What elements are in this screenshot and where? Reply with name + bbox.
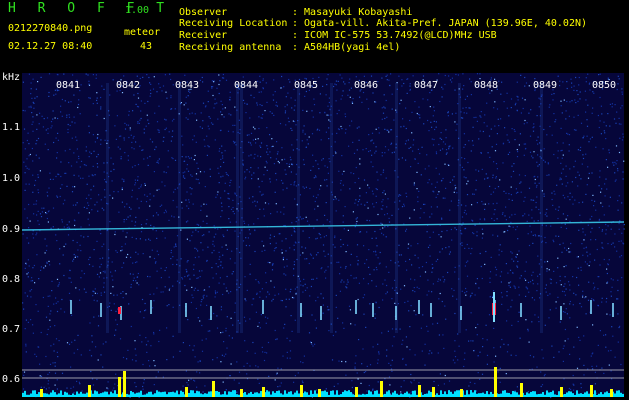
- histogram-bar: [123, 371, 126, 397]
- meteor-peak: [118, 307, 121, 314]
- y-tick-1.1: 1.1: [2, 122, 21, 133]
- meteor-echo: [430, 303, 432, 317]
- x-tick-0850: 0850: [592, 80, 617, 91]
- meteor-echo: [395, 306, 397, 320]
- meteor-echo: [150, 300, 152, 314]
- histogram-bar: [418, 385, 421, 397]
- histogram-bar: [185, 387, 188, 397]
- histogram-bar: [494, 367, 497, 397]
- meteor-echo: [418, 300, 420, 314]
- x-tick-0844: 0844: [234, 80, 259, 91]
- histogram-bar: [560, 387, 563, 397]
- histogram-bar: [118, 377, 121, 397]
- histogram-bar: [88, 385, 91, 397]
- x-tick-0841: 0841: [56, 80, 81, 91]
- streak-column: [106, 83, 109, 333]
- meteor-echo: [320, 306, 322, 320]
- x-tick-0848: 0848: [474, 80, 499, 91]
- meteor-echo: [460, 306, 462, 320]
- meteor-echo-strong: [493, 292, 495, 322]
- streak-column: [395, 83, 398, 333]
- x-tick-0846: 0846: [354, 80, 379, 91]
- histogram-bar: [40, 389, 43, 397]
- y-unit-label: kHz: [2, 72, 21, 83]
- y-tick-1.0: 1.0: [2, 173, 21, 184]
- histogram-bar: [355, 387, 358, 397]
- histogram-bar: [262, 387, 265, 397]
- x-tick-0849: 0849: [533, 80, 558, 91]
- y-tick-0.7: 0.7: [2, 324, 21, 335]
- meteor-echo: [70, 300, 72, 314]
- histogram-bar: [380, 381, 383, 397]
- meteor-echo: [355, 300, 357, 314]
- x-tick-0847: 0847: [414, 80, 439, 91]
- x-tick-0845: 0845: [294, 80, 319, 91]
- x-tick-0843: 0843: [175, 80, 200, 91]
- y-tick-0.8: 0.8: [2, 274, 21, 285]
- streak-column: [458, 83, 461, 333]
- streak-column: [236, 83, 239, 333]
- y-tick-0.6: 0.6: [2, 374, 21, 385]
- spectrogram: [21, 73, 625, 399]
- streak-column: [330, 83, 333, 333]
- y-tick-0.9: 0.9: [2, 224, 21, 235]
- streak-column: [178, 83, 181, 333]
- streak-column: [540, 83, 543, 333]
- histogram-bar: [460, 389, 463, 397]
- meteor-echo: [560, 306, 562, 320]
- histogram-bar: [300, 385, 303, 397]
- streak-column: [240, 83, 243, 333]
- histogram-bar: [432, 387, 435, 397]
- histogram-bar: [318, 389, 321, 397]
- meteor-echo: [210, 306, 212, 320]
- streak-column: [297, 83, 300, 333]
- meteor-echo: [612, 303, 614, 317]
- histogram-bar: [610, 389, 613, 397]
- meteor-echo: [590, 300, 592, 314]
- meteor-echo: [372, 303, 374, 317]
- meteor-echo: [100, 303, 102, 317]
- meteor-echo: [520, 303, 522, 317]
- meteor-echo: [185, 303, 187, 317]
- histogram-bar: [212, 381, 215, 397]
- histogram-bar: [590, 385, 593, 397]
- histogram-bar: [240, 389, 243, 397]
- x-tick-0842: 0842: [116, 80, 141, 91]
- histogram-bar: [520, 383, 523, 397]
- meteor-echo: [262, 300, 264, 314]
- meteor-echo: [300, 303, 302, 317]
